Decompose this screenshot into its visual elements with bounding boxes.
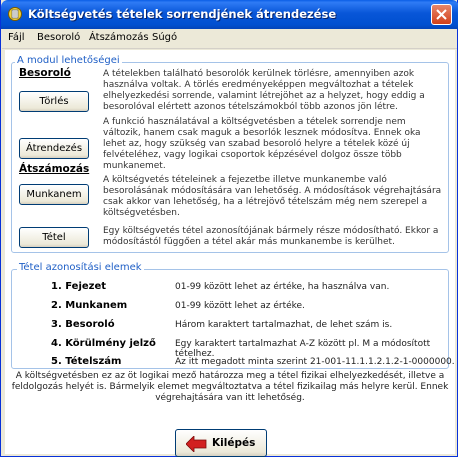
identifier-label: 4. Körülmény jelző bbox=[51, 338, 156, 349]
menu-item-sugo[interactable]: Súgó bbox=[152, 32, 177, 43]
identifier-label: 2. Munkanem bbox=[51, 300, 128, 311]
main-window: Költségvetés tételek sorrendjének átrend… bbox=[0, 0, 458, 457]
besorolo-heading: Besoroló bbox=[19, 67, 71, 79]
tetel-description: Egy költségvetés tétel azonosítójának bá… bbox=[103, 226, 439, 247]
menu-item-besorolo[interactable]: Besoroló bbox=[37, 32, 80, 43]
identifier-text: Egy karaktert tartalmazhat A-Z között pl… bbox=[175, 339, 431, 359]
tetel-button-label: Tétel bbox=[42, 232, 66, 243]
close-button[interactable] bbox=[431, 4, 452, 25]
exit-button-label: Kilépés bbox=[212, 437, 256, 449]
identifier-text: 01-99 között lehet az értéke. bbox=[175, 301, 305, 311]
exit-arrow-icon bbox=[185, 435, 208, 455]
atrendezes-button[interactable]: Átrendezés bbox=[19, 138, 89, 159]
munkanem-button-label: Munkanem bbox=[26, 189, 82, 200]
atszamozas-heading: Átszámozás bbox=[19, 163, 90, 175]
atrendezes-button-label: Átrendezés bbox=[25, 143, 83, 154]
menu-bar: Fájl Besoroló Átszámozás Súgó bbox=[2, 29, 457, 49]
identifiers-legend: Tétel azonosítási elemek bbox=[17, 262, 144, 273]
modules-legend: A modul lehetőségei bbox=[15, 55, 122, 66]
torles-button-label: Törlés bbox=[39, 96, 69, 107]
munkanem-button[interactable]: Munkanem bbox=[19, 184, 89, 205]
title-bar[interactable]: Költségvetés tételek sorrendjének átrend… bbox=[1, 0, 458, 29]
app-icon bbox=[7, 6, 23, 22]
footer-note: A költségvetésben ez az öt logikai mező … bbox=[11, 371, 449, 403]
atrendezes-description: A funkció használatával a költségvetésbe… bbox=[103, 117, 421, 171]
tetel-button[interactable]: Tétel bbox=[19, 227, 89, 248]
identifier-label: 1. Fejezet bbox=[51, 281, 107, 292]
identifier-text: 01-99 között lehet az értéke, ha használ… bbox=[175, 282, 390, 292]
identifier-text: Az itt megadott minta szerint 21-001-11.… bbox=[175, 357, 455, 367]
exit-button[interactable]: Kilépés bbox=[175, 429, 267, 457]
identifier-text: Három karaktert tartalmazhat, de lehet s… bbox=[175, 320, 393, 330]
identifier-label: 5. Tételszám bbox=[51, 356, 122, 367]
menu-item-fajl[interactable]: Fájl bbox=[8, 32, 25, 43]
torles-button[interactable]: Törlés bbox=[19, 91, 89, 112]
torles-description: A tételekben található besorolók kerülne… bbox=[103, 69, 425, 112]
identifier-label: 3. Besoroló bbox=[51, 319, 115, 330]
menu-item-atszamozas[interactable]: Átszámozás bbox=[89, 32, 149, 43]
window-title: Költségvetés tételek sorrendjének átrend… bbox=[28, 7, 337, 21]
close-icon bbox=[436, 9, 447, 20]
client-area: A modul lehetőségei Besoroló Törlés A té… bbox=[5, 50, 455, 457]
munkanem-description: A költségvetés tételeinek a fejezetbe il… bbox=[103, 175, 442, 218]
